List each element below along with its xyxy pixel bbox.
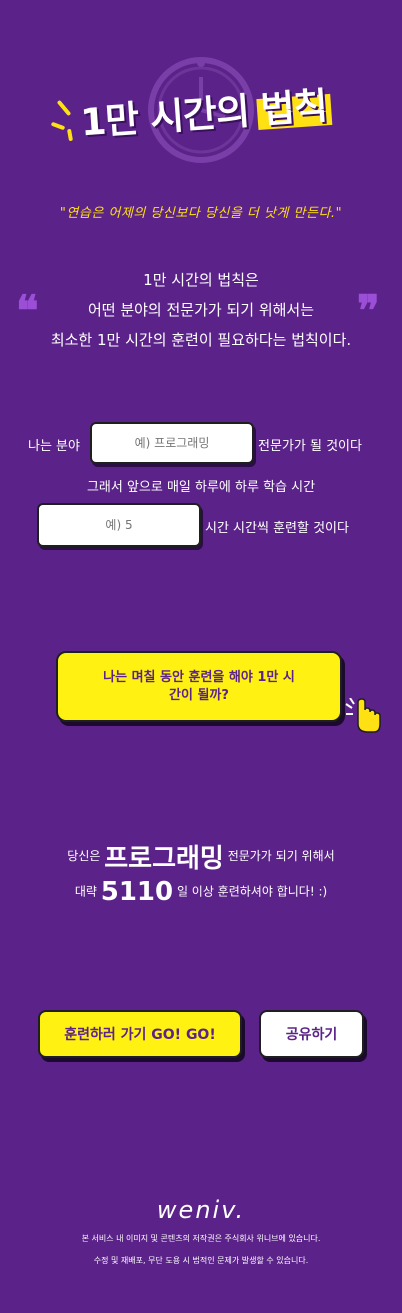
title-text: 1만 시간의 <box>79 88 263 145</box>
law-line-2: 어떤 분야의 전문가가 되기 위해서는 <box>87 301 315 319</box>
field-input[interactable] <box>90 422 254 464</box>
field-suffix-label: 전문가가 될 것이다 <box>258 439 362 454</box>
copyright-line-2: 수정 및 재배포, 무단 도용 시 법적인 문제가 발생할 수 있습니다. <box>93 1256 309 1265</box>
result-suffix: 전문가가 되기 위해서 <box>227 849 335 863</box>
title-highlight: 법칙 <box>259 84 329 132</box>
calculate-button[interactable]: 나는 며칠 동안 훈련을 해야 1만 시간이 될까? <box>56 651 342 722</box>
time-input[interactable] <box>37 503 201 547</box>
pointer-hand-icon <box>345 698 381 733</box>
days-prefix: 대략 <box>74 884 97 899</box>
result-prefix: 당신은 <box>67 849 101 863</box>
days-suffix: 일 이상 훈련하셔야 합니다! :) <box>176 884 328 899</box>
logo: 1만 시간의 법칙 <box>50 55 350 165</box>
law-line-1: 1만 시간의 법칙은 <box>143 271 259 289</box>
page-title: 1만 시간의 법칙 <box>78 74 351 147</box>
share-button[interactable]: 공유하기 <box>259 1010 364 1058</box>
law-line-3: 최소한 1만 시간의 훈련이 필요하다는 법칙이다. <box>50 331 352 349</box>
result-days: 5110 <box>100 877 174 907</box>
time-suffix-label: 시간 시간씩 훈련할 것이다 <box>205 521 349 536</box>
spark-icon <box>56 99 72 117</box>
result-line-1: 당신은 프로그래밍 전문가가 되기 위해서 <box>0 838 402 875</box>
spark-icon <box>50 121 66 131</box>
field-prefix-label: 나는 분야 <box>28 439 80 454</box>
spark-icon <box>66 128 74 142</box>
result-field: 프로그래밍 <box>104 844 224 874</box>
result-line-2: 대략 5110 일 이상 훈련하셔야 합니다! :) <box>0 877 402 907</box>
daily-hours-label: 그래서 앞으로 매일 하루에 하루 학습 시간 <box>86 480 316 495</box>
brand-logo: weniv. <box>156 1196 246 1224</box>
copyright-line-1: 본 서비스 내 이미지 및 콘텐츠의 저작권은 주식회사 위니브에 있습니다. <box>81 1234 321 1243</box>
go-training-button[interactable]: 훈련하러 가기 GO! GO! <box>38 1010 242 1058</box>
motivation-quote: "연습은 어제의 당신보다 당신을 더 낫게 만든다." <box>59 206 343 221</box>
